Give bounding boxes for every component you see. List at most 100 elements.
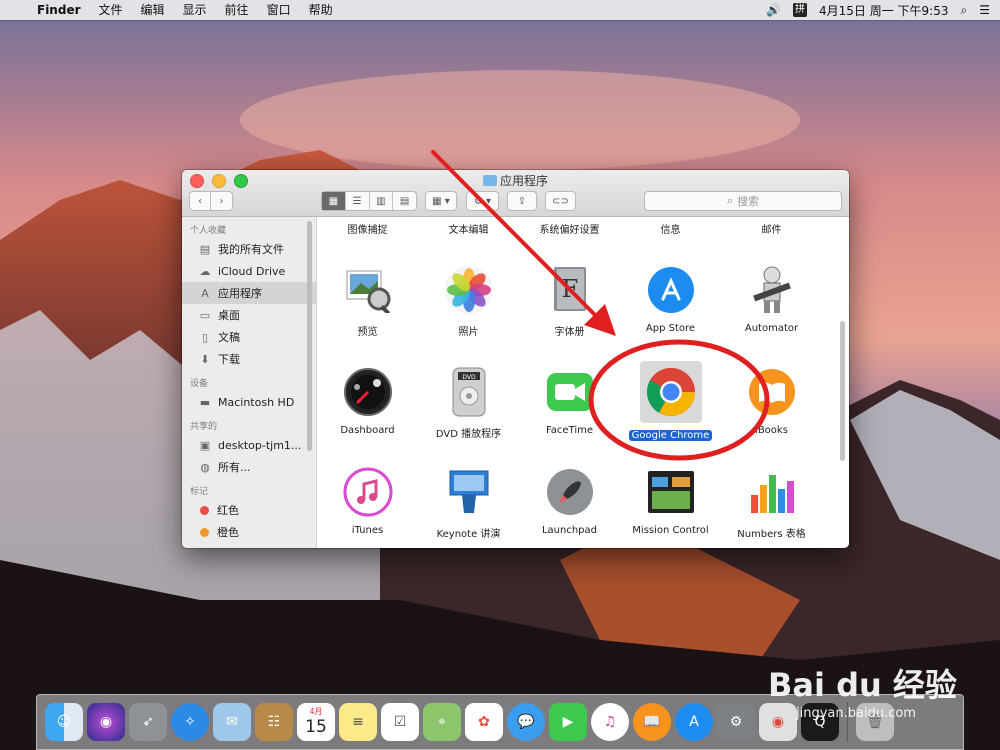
watermark-url: jingyan.baidu.com	[796, 706, 916, 721]
icon-view-button[interactable]: ▦	[322, 192, 346, 210]
back-button[interactable]: ‹	[189, 191, 211, 211]
automator-robot-icon	[743, 261, 801, 319]
search-placeholder: 搜索	[737, 195, 760, 208]
menu-help[interactable]: 帮助	[300, 0, 342, 20]
app-name: FaceTime	[545, 425, 594, 436]
menu-view[interactable]: 显示	[174, 0, 216, 20]
dock-ibooks-icon[interactable]: 📖	[633, 703, 671, 741]
sidebar-item-macintosh-hd[interactable]: ▬ Macintosh HD	[182, 391, 316, 413]
app-label-image-capture[interactable]: 图像捕捉	[317, 221, 418, 236]
dock-system-preferences-icon[interactable]: ⚙	[717, 703, 755, 741]
calendar-day: 15	[305, 717, 327, 737]
dock-photos-icon[interactable]: ✿	[465, 703, 503, 741]
app-app-store[interactable]: App Store	[620, 261, 721, 334]
app-dashboard[interactable]: Dashboard	[317, 363, 418, 436]
finder-content-area: 图像捕捉 文本编辑 系统偏好设置 信息 邮件 预览 照片 F 字体册 App S…	[317, 217, 849, 548]
sidebar-item-tag-orange[interactable]: 橙色	[182, 521, 316, 543]
window-title: 应用程序	[182, 172, 849, 189]
dock-contacts-icon[interactable]: ☷	[255, 703, 293, 741]
app-facetime[interactable]: FaceTime	[519, 363, 620, 436]
menu-clock[interactable]: 4月15日 周一 下午9:53	[819, 2, 948, 19]
dock-notes-icon[interactable]: ≡	[339, 703, 377, 741]
dock-app-store-icon[interactable]: A	[675, 703, 713, 741]
menu-bar: Finder 文件 编辑 显示 前往 窗口 帮助 🔊 拼 4月15日 周一 下午…	[0, 0, 1000, 20]
dock-maps-icon[interactable]: ⌖	[423, 703, 461, 741]
sidebar-item-icloud-drive[interactable]: ☁ iCloud Drive	[182, 260, 316, 282]
app-itunes[interactable]: iTunes	[317, 463, 418, 536]
app-google-chrome[interactable]: Google Chrome	[620, 361, 721, 442]
menu-edit[interactable]: 编辑	[132, 0, 174, 20]
search-icon: ⌕	[726, 194, 734, 207]
app-name: iTunes	[351, 525, 384, 536]
applications-icon: A	[201, 286, 209, 300]
content-scrollbar[interactable]	[840, 321, 845, 461]
dock-siri-icon[interactable]: ◉	[87, 703, 125, 741]
menu-file[interactable]: 文件	[90, 0, 132, 20]
menu-app-name[interactable]: Finder	[28, 0, 90, 20]
sidebar-item-shared-desktop[interactable]: ▣ desktop-tjm1...	[182, 434, 316, 456]
app-mission-control[interactable]: Mission Control	[620, 463, 721, 536]
sidebar-item-tag-red[interactable]: 红色	[182, 499, 316, 521]
arrange-button[interactable]: ▦ ▾	[425, 191, 457, 211]
hard-drive-icon: ▬	[199, 395, 211, 409]
dock-messages-icon[interactable]: 💬	[507, 703, 545, 741]
sidebar-item-label: 红色	[217, 504, 239, 517]
search-field[interactable]: ⌕ 搜索	[644, 191, 842, 211]
app-store-icon	[642, 261, 700, 319]
dock-safari-icon[interactable]: ✧	[171, 703, 209, 741]
dock-mail-icon[interactable]: ✉	[213, 703, 251, 741]
cover-flow-button[interactable]: ▤	[393, 192, 416, 210]
app-name: Dashboard	[340, 425, 395, 436]
view-mode-group: ▦ ☰ ▥ ▤	[321, 191, 417, 211]
app-keynote[interactable]: Keynote 讲演	[418, 463, 519, 540]
app-label-textedit[interactable]: 文本编辑	[418, 221, 519, 236]
app-label-system-preferences[interactable]: 系统偏好设置	[519, 221, 620, 236]
sidebar-item-applications[interactable]: A 应用程序	[182, 282, 316, 304]
app-launchpad[interactable]: Launchpad	[519, 463, 620, 536]
app-numbers[interactable]: Numbers 表格	[721, 463, 822, 540]
dock-launchpad-icon[interactable]: ➶	[129, 703, 167, 741]
menu-go[interactable]: 前往	[216, 0, 258, 20]
app-name: iBooks	[755, 425, 788, 436]
share-button[interactable]: ⇪	[507, 191, 537, 211]
app-photos[interactable]: 照片	[418, 261, 519, 338]
app-automator[interactable]: Automator	[721, 261, 822, 334]
action-button[interactable]: ⚙ ▾	[466, 191, 499, 211]
svg-text:F: F	[561, 275, 578, 303]
dock-chrome-icon[interactable]: ◉	[759, 703, 797, 741]
input-method-icon[interactable]: 拼	[793, 3, 808, 17]
window-titlebar[interactable]: 应用程序 ‹ › ▦ ☰ ▥ ▤ ▦ ▾ ⚙ ▾ ⇪ ⊂⊃ ⌕ 搜索	[182, 170, 849, 217]
list-view-button[interactable]: ☰	[346, 192, 370, 210]
sidebar-item-desktop[interactable]: ▭ 桌面	[182, 304, 316, 326]
spotlight-search-icon[interactable]: ⌕	[961, 3, 968, 18]
app-label-mail[interactable]: 邮件	[721, 221, 822, 236]
app-name: Keynote 讲演	[436, 529, 501, 540]
dock-reminders-icon[interactable]: ☑	[381, 703, 419, 741]
menu-window[interactable]: 窗口	[258, 0, 300, 20]
app-name: Numbers 表格	[737, 529, 806, 540]
download-icon: ⬇	[200, 352, 210, 366]
desktop-icon: ▭	[199, 308, 211, 322]
column-view-button[interactable]: ▥	[370, 192, 394, 210]
sidebar-item-all-my-files[interactable]: ▤ 我的所有文件	[182, 238, 316, 260]
dock-calendar-icon[interactable]: 4月 15	[297, 703, 335, 741]
forward-button[interactable]: ›	[211, 191, 233, 211]
dock-facetime-icon[interactable]: ▶	[549, 703, 587, 741]
computer-icon: ▣	[199, 438, 211, 452]
volume-icon[interactable]: 🔊	[766, 3, 781, 17]
dock-itunes-icon[interactable]: ♫	[591, 703, 629, 741]
sidebar-item-downloads[interactable]: ⬇ 下载	[182, 348, 316, 370]
app-label-messages[interactable]: 信息	[620, 221, 721, 236]
app-dvd-player[interactable]: DVD DVD 播放程序	[418, 363, 519, 440]
sidebar-item-shared-all[interactable]: ◍ 所有...	[182, 456, 316, 478]
svg-text:DVD: DVD	[462, 374, 476, 381]
app-font-book[interactable]: F 字体册	[519, 261, 620, 338]
dock-finder-icon[interactable]: ☺	[45, 703, 83, 741]
notification-center-icon[interactable]: ☰	[979, 3, 990, 17]
app-preview[interactable]: 预览	[317, 261, 418, 338]
font-book-icon: F	[541, 261, 599, 319]
tag-button[interactable]: ⊂⊃	[545, 191, 576, 211]
sidebar-item-documents[interactable]: ▯ 文稿	[182, 326, 316, 348]
sidebar-scrollbar[interactable]	[307, 221, 312, 451]
app-ibooks[interactable]: iBooks	[721, 363, 822, 436]
